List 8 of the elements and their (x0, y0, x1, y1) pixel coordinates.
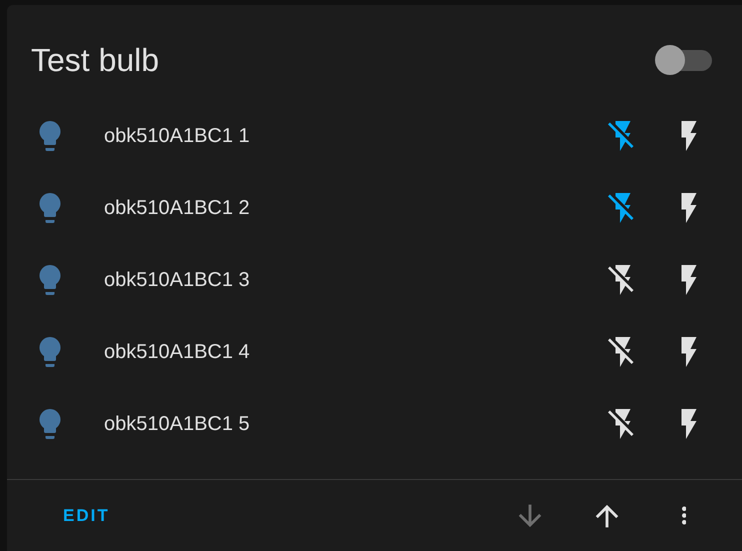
card-title: Test bulb (31, 41, 160, 80)
toggle-switch[interactable] (655, 45, 713, 75)
entity-name[interactable]: obk510A1BC1 1 (104, 124, 581, 148)
entity-name[interactable]: obk510A1BC1 4 (104, 340, 581, 364)
edit-button[interactable]: EDIT (47, 498, 126, 534)
entity-name[interactable]: obk510A1BC1 2 (104, 196, 581, 220)
entity-name[interactable]: obk510A1BC1 5 (104, 412, 581, 436)
entity-name[interactable]: obk510A1BC1 3 (104, 268, 581, 292)
